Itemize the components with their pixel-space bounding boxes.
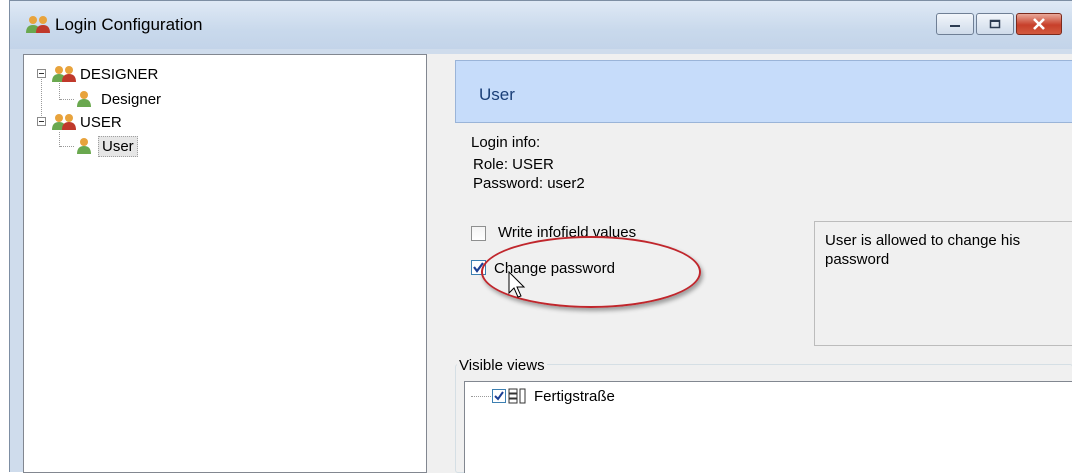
maximize-icon	[977, 14, 1013, 34]
option-description: User is allowed to change his password	[814, 221, 1072, 346]
tree-line	[60, 146, 74, 147]
password-value: Password: user2	[473, 175, 585, 192]
close-button[interactable]	[1016, 13, 1062, 35]
users-group-icon	[52, 66, 76, 82]
description-text: User is allowed to change his password	[825, 232, 1021, 268]
tree-item-label: Designer	[101, 90, 162, 108]
title-bar[interactable]: Login Configuration	[10, 1, 1072, 49]
window-title: Login Configuration	[55, 15, 203, 34]
user-icon	[77, 138, 91, 154]
users-group-icon	[52, 114, 76, 130]
tree-group-label: USER	[80, 113, 122, 131]
tree-line	[471, 396, 491, 397]
view-checkbox[interactable]	[492, 389, 506, 403]
tree-collapse-toggle[interactable]	[37, 69, 46, 78]
visible-views-list[interactable]: Fertigstraße	[464, 381, 1072, 473]
details-panel: User Login info: Role: USER Password: us…	[445, 54, 1072, 473]
list-item[interactable]: Fertigstraße	[492, 387, 615, 405]
details-header-title: User	[479, 85, 515, 104]
write-infofield-checkbox[interactable]	[471, 226, 486, 241]
login-info-label: Login info:	[471, 134, 541, 151]
tree-item-label: User	[98, 135, 138, 157]
tree-line	[59, 132, 60, 147]
details-header: User	[455, 60, 1072, 123]
mouse-cursor-icon	[508, 271, 526, 298]
tree-group-user[interactable]: USER	[51, 111, 122, 133]
view-label: Fertigstraße	[534, 387, 615, 405]
login-configuration-window: Login Configuration DESIGNER Designer US…	[9, 0, 1072, 473]
user-icon	[77, 91, 91, 107]
layout-view-icon	[508, 388, 526, 404]
tree-group-label: DESIGNER	[80, 65, 159, 83]
maximize-button[interactable]	[976, 13, 1014, 35]
tree-line	[60, 99, 74, 100]
tree-item-designer[interactable]: Designer	[76, 88, 161, 110]
tree-collapse-toggle[interactable]	[37, 117, 46, 126]
role-tree[interactable]: DESIGNER Designer USER User	[23, 54, 427, 473]
close-icon	[1017, 14, 1061, 34]
visible-views-legend: Visible views	[457, 357, 547, 374]
minimize-button[interactable]	[936, 13, 974, 35]
checkmark-icon	[494, 391, 504, 401]
role-value: Role: USER	[473, 156, 554, 173]
tree-line	[59, 83, 60, 100]
client-area: DESIGNER Designer USER User User Login i…	[23, 54, 1072, 473]
tree-group-designer[interactable]: DESIGNER	[51, 63, 158, 85]
minimize-icon	[937, 14, 973, 34]
users-group-icon	[26, 16, 50, 33]
tree-item-user[interactable]: User	[76, 135, 138, 157]
